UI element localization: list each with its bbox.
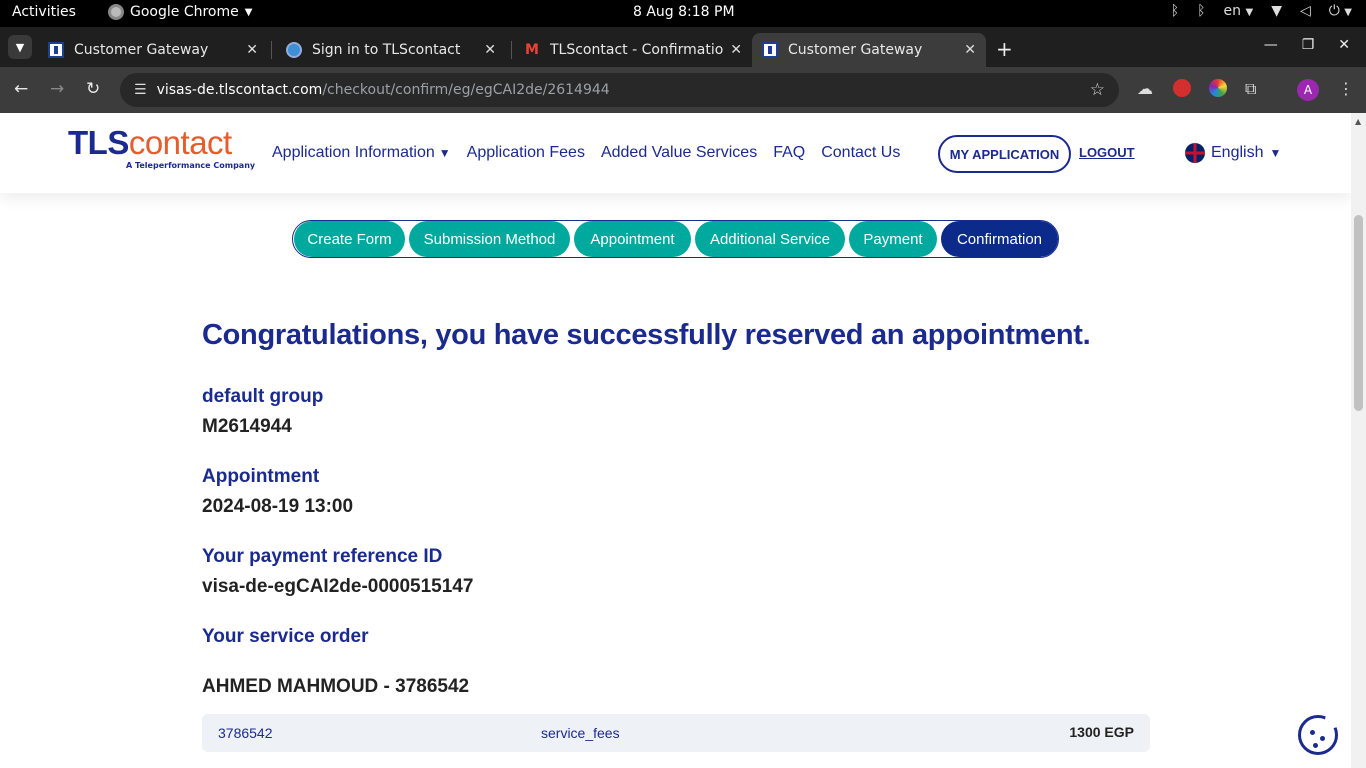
globe-favicon-icon xyxy=(286,42,302,58)
group-label: default group xyxy=(202,386,324,407)
window-controls: — ❐ ✕ xyxy=(1264,37,1350,53)
site-header: TLScontact A Teleperformance Company App… xyxy=(0,113,1351,193)
nav-application-information[interactable]: Application Information ▼ xyxy=(272,144,451,162)
maximize-icon[interactable]: ❐ xyxy=(1302,37,1315,53)
tab-customer-gateway-active[interactable]: Customer Gateway ✕ xyxy=(752,33,986,67)
chevron-down-icon: ▼ xyxy=(438,146,451,160)
language-label: English xyxy=(1211,144,1264,161)
order-service: service_fees xyxy=(541,725,620,741)
main-nav: Application Information ▼ Application Fee… xyxy=(272,144,900,162)
payment-reference-label: Your payment reference ID xyxy=(202,546,443,567)
volume-icon[interactable]: ◁ xyxy=(1300,3,1311,19)
close-window-icon[interactable]: ✕ xyxy=(1338,37,1350,53)
keyboard-layout[interactable]: en ▼ xyxy=(1224,3,1254,19)
bluetooth-icon-2[interactable]: ᛒ xyxy=(1197,3,1205,19)
language-selector[interactable]: English ▼ xyxy=(1185,143,1281,163)
forward-arrow-icon[interactable]: → xyxy=(50,79,64,99)
step-create-form[interactable]: Create Form xyxy=(294,221,405,257)
site-info-icon[interactable]: ☰ xyxy=(134,82,147,98)
back-arrow-icon[interactable]: ← xyxy=(14,79,28,99)
tab-title: Sign in to TLScontact xyxy=(312,42,461,58)
url-path: /checkout/confirm/eg/egCAI2de/2614944 xyxy=(322,82,610,98)
tab-strip: ▼ Customer Gateway ✕ Sign in to TLSconta… xyxy=(0,27,1366,67)
appointment-label: Appointment xyxy=(202,466,320,487)
activities-button[interactable]: Activities xyxy=(12,4,76,20)
chrome-icon xyxy=(108,4,124,20)
tab-customer-gateway-1[interactable]: Customer Gateway ✕ xyxy=(38,33,268,67)
minimize-icon[interactable]: — xyxy=(1264,37,1278,53)
tab-separator xyxy=(271,41,272,59)
extension-color-icon[interactable] xyxy=(1209,79,1227,97)
browser-toolbar: ← → ↻ ☰ visas-de.tlscontact.com/checkout… xyxy=(0,67,1366,113)
extension-icon[interactable]: ☁ xyxy=(1137,79,1153,98)
new-tab-button[interactable]: + xyxy=(996,37,1013,61)
tls-favicon-icon xyxy=(762,42,778,58)
service-order-label: Your service order xyxy=(202,626,369,647)
gmail-favicon-icon: M xyxy=(525,42,539,58)
extensions-puzzle-icon[interactable]: ⧉ xyxy=(1245,79,1256,99)
nav-faq[interactable]: FAQ xyxy=(773,144,805,162)
page-title: Congratulations, you have successfully r… xyxy=(202,319,1091,351)
kebab-menu-icon[interactable]: ⋮ xyxy=(1338,79,1354,98)
tab-title: Customer Gateway xyxy=(74,42,209,58)
appointment-value: 2024-08-19 13:00 xyxy=(202,496,354,517)
app-name: Google Chrome xyxy=(130,4,239,20)
close-icon[interactable]: ✕ xyxy=(730,42,742,58)
chevron-down-icon: ▼ xyxy=(1269,146,1282,160)
tab-title: Customer Gateway xyxy=(788,42,923,58)
wifi-icon[interactable]: ▼ xyxy=(1271,3,1282,19)
order-id: 3786542 xyxy=(218,725,273,741)
uk-flag-icon xyxy=(1185,143,1205,163)
tls-favicon-icon xyxy=(48,42,64,58)
tab-sign-in[interactable]: Sign in to TLScontact ✕ xyxy=(276,33,506,67)
nav-application-fees[interactable]: Application Fees xyxy=(467,144,585,162)
group-value: M2614944 xyxy=(202,416,292,437)
system-top-bar: Activities Google Chrome ▼ 8 Aug 8:18 PM… xyxy=(0,0,1366,27)
logout-link[interactable]: LOGOUT xyxy=(1079,145,1135,160)
clock[interactable]: 8 Aug 8:18 PM xyxy=(633,4,735,20)
profile-avatar[interactable]: A xyxy=(1297,79,1319,101)
my-application-button[interactable]: MY APPLICATION xyxy=(938,135,1071,173)
system-tray[interactable]: ᛒ ᛒ en ▼ ▼ ◁ ⏻ ▼ xyxy=(1171,3,1352,19)
tab-tlscontact-confirmation[interactable]: M TLScontact - Confirmation ✕ xyxy=(514,33,752,67)
power-icon[interactable]: ⏻ ▼ xyxy=(1329,3,1352,19)
scroll-up-icon[interactable]: ▲ xyxy=(1355,117,1361,126)
tab-search-button[interactable]: ▼ xyxy=(8,35,32,59)
tab-separator xyxy=(511,41,512,59)
order-amount: 1300 EGP xyxy=(1069,724,1134,740)
nav-added-value-services[interactable]: Added Value Services xyxy=(601,144,757,162)
step-payment[interactable]: Payment xyxy=(849,221,937,257)
page-viewport: TLScontact A Teleperformance Company App… xyxy=(0,113,1366,768)
close-icon[interactable]: ✕ xyxy=(964,42,976,58)
step-appointment[interactable]: Appointment xyxy=(574,221,691,257)
tlscontact-logo[interactable]: TLScontact A Teleperformance Company xyxy=(68,125,255,171)
close-icon[interactable]: ✕ xyxy=(246,42,258,58)
step-submission-method[interactable]: Submission Method xyxy=(409,221,570,257)
extension-red-icon[interactable] xyxy=(1173,79,1191,97)
table-row: 3786542 service_fees 1300 EGP xyxy=(202,714,1150,752)
close-icon[interactable]: ✕ xyxy=(484,42,496,58)
chevron-down-icon: ▼ xyxy=(244,6,253,18)
url-host: visas-de.tlscontact.com xyxy=(156,82,323,98)
progress-stepper: Create Form Submission Method Appointmen… xyxy=(292,220,1059,258)
logo-tagline: A Teleperformance Company xyxy=(126,161,256,170)
app-menu[interactable]: Google Chrome ▼ xyxy=(108,4,252,20)
bluetooth-icon[interactable]: ᛒ xyxy=(1171,3,1179,19)
step-confirmation[interactable]: Confirmation xyxy=(941,221,1058,257)
address-bar[interactable]: ☰ visas-de.tlscontact.com/checkout/confi… xyxy=(120,73,1119,107)
scrollbar-thumb[interactable] xyxy=(1354,215,1363,411)
step-additional-service[interactable]: Additional Service xyxy=(695,221,845,257)
tab-title: TLScontact - Confirmation xyxy=(550,42,725,58)
cookie-settings-icon[interactable] xyxy=(1298,712,1341,755)
applicant-name: AHMED MAHMOUD - 3786542 xyxy=(202,676,470,697)
reload-icon[interactable]: ↻ xyxy=(86,79,100,99)
payment-reference-value: visa-de-egCAI2de-0000515147 xyxy=(202,576,474,597)
bookmark-star-icon[interactable]: ☆ xyxy=(1090,80,1105,100)
chevron-down-icon: ▼ xyxy=(15,40,25,54)
page-scrollbar[interactable]: ▲ xyxy=(1351,113,1366,768)
nav-contact-us[interactable]: Contact Us xyxy=(821,144,900,162)
